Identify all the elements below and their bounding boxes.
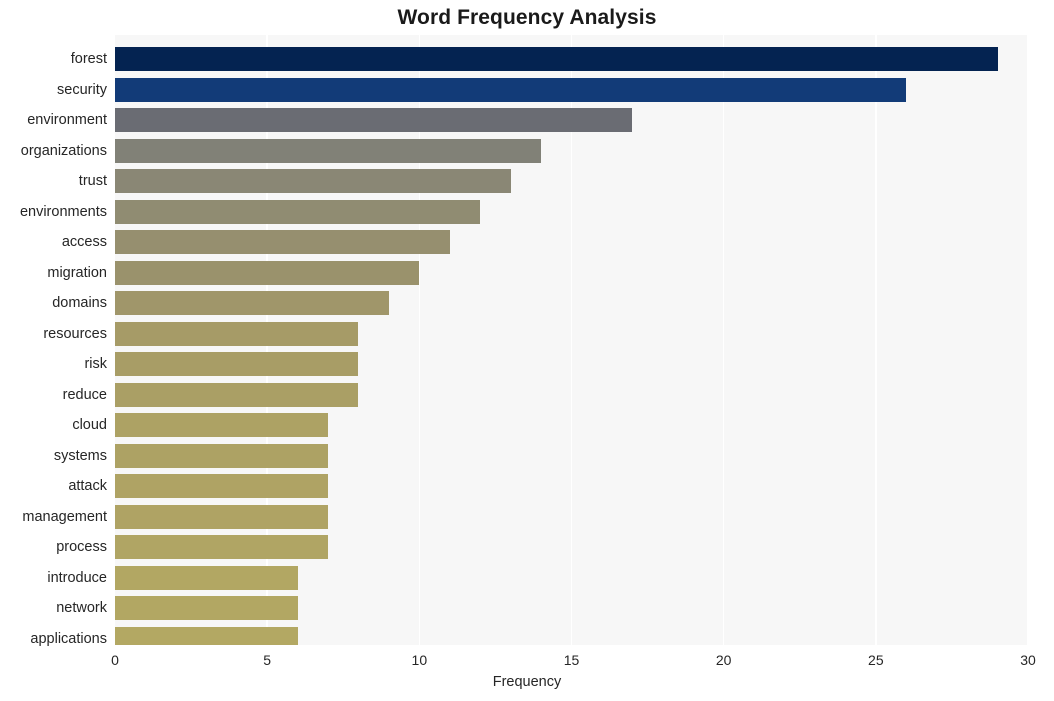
y-tick-label-environments: environments — [19, 203, 107, 220]
y-tick-label-security: security — [57, 81, 107, 98]
y-tick-label-management: management — [22, 508, 107, 525]
bar-row — [115, 77, 1028, 102]
bar-row — [115, 382, 1028, 407]
y-tick-label-reduce: reduce — [62, 386, 107, 403]
bar-trust[interactable] — [115, 169, 511, 194]
bar-management[interactable] — [115, 504, 329, 529]
bar-forest[interactable] — [115, 47, 998, 72]
y-tick-label-domains: domains — [52, 295, 107, 312]
bar-row — [115, 47, 1028, 72]
bar-row — [115, 169, 1028, 194]
bar-row — [115, 199, 1028, 224]
bar-row — [115, 413, 1028, 438]
bar-row — [115, 565, 1028, 590]
y-tick-label-migration: migration — [47, 264, 107, 281]
word-frequency-chart: Word Frequency Analysis forest security en… — [0, 0, 1054, 701]
bar-reduce[interactable] — [115, 382, 359, 407]
x-tick-label-5: 5 — [263, 652, 272, 668]
bar-migration[interactable] — [115, 260, 420, 285]
bar-risk[interactable] — [115, 352, 359, 377]
y-tick-label-network: network — [56, 600, 107, 617]
bar-environment[interactable] — [115, 108, 633, 133]
bar-systems[interactable] — [115, 443, 329, 468]
bar-row — [115, 230, 1028, 255]
bar-process[interactable] — [115, 535, 329, 560]
y-tick-label-cloud: cloud — [72, 417, 107, 434]
bar-row — [115, 474, 1028, 499]
bar-network[interactable] — [115, 596, 298, 621]
bar-organizations[interactable] — [115, 138, 542, 163]
y-axis: forest security environment organizations tr… — [0, 35, 107, 647]
x-tick-label-15: 15 — [563, 652, 580, 668]
bar-cloud[interactable] — [115, 413, 329, 438]
x-tick-label-25: 25 — [868, 652, 884, 668]
bar-access[interactable] — [115, 230, 450, 255]
y-tick-label-applications: applications — [30, 630, 107, 647]
x-axis: 0 5 10 15 20 25 30 — [111, 645, 1036, 675]
bar-row — [115, 596, 1028, 621]
y-tick-label-organizations: organizations — [20, 142, 107, 159]
y-tick-label-resources: resources — [43, 325, 107, 342]
x-tick-label-30: 30 — [1020, 652, 1036, 668]
bar-attack[interactable] — [115, 474, 329, 499]
bar-row — [115, 321, 1028, 346]
bar-row — [115, 504, 1028, 529]
y-tick-label-access: access — [61, 234, 107, 251]
plot-area — [115, 35, 1028, 645]
x-tick-label-0: 0 — [111, 652, 119, 668]
bar-resources[interactable] — [115, 321, 359, 346]
bar-row — [115, 443, 1028, 468]
x-axis-title: Frequency — [492, 674, 562, 690]
y-tick-label-introduce: introduce — [47, 569, 107, 586]
bar-introduce[interactable] — [115, 565, 298, 590]
bar-row — [115, 108, 1028, 133]
bar-row — [115, 138, 1028, 163]
bar-row — [115, 260, 1028, 285]
bar-security[interactable] — [115, 77, 907, 102]
bar-row — [115, 535, 1028, 560]
bar-environments[interactable] — [115, 199, 481, 224]
x-tick-label-10: 10 — [411, 652, 428, 668]
y-tick-label-systems: systems — [53, 447, 107, 464]
y-tick-label-process: process — [56, 539, 107, 556]
bar-applications[interactable] — [115, 626, 298, 645]
bar-row — [115, 352, 1028, 377]
y-tick-label-risk: risk — [84, 356, 107, 373]
bar-row — [115, 626, 1028, 645]
chart-title: Word Frequency Analysis — [397, 6, 657, 29]
bar-domains[interactable] — [115, 291, 389, 316]
y-tick-label-attack: attack — [68, 478, 107, 495]
x-tick-label-20: 20 — [715, 652, 732, 668]
y-tick-label-trust: trust — [78, 173, 107, 190]
bar-row — [115, 291, 1028, 316]
y-tick-label-environment: environment — [27, 112, 107, 129]
y-tick-label-forest: forest — [70, 51, 107, 68]
